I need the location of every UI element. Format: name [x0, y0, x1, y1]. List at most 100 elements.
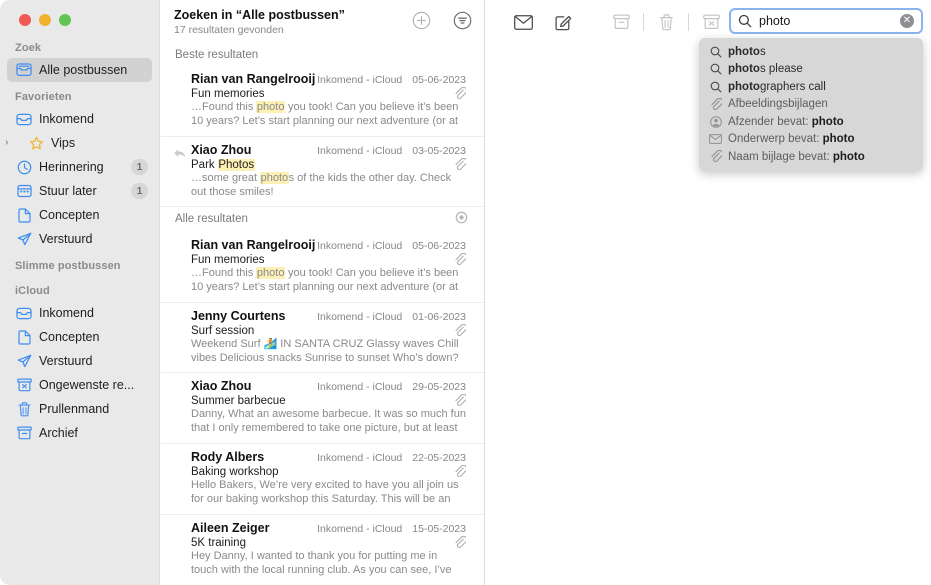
sidebar-item-inkomend[interactable]: Inkomend: [7, 107, 152, 131]
message-row[interactable]: Aileen Zeiger Inkomend - iCloud 15-05-20…: [161, 515, 484, 585]
search-suggestions-menu[interactable]: photos photos please photographers call Afb…: [699, 38, 923, 171]
paperclip-icon: [454, 464, 468, 478]
inbox-icon: [15, 305, 33, 321]
message-subject: Fun memories: [191, 253, 265, 266]
message-mailbox: Inkomend - iCloud: [317, 145, 403, 157]
sidebar-item-archief[interactable]: Archief: [7, 421, 152, 445]
person-icon: [708, 115, 723, 128]
suggestion-item[interactable]: photos please: [699, 61, 923, 79]
message-subject: Fun memories: [191, 87, 265, 100]
zoom-button[interactable]: [59, 14, 71, 26]
unread-badge: 1: [131, 159, 148, 175]
message-preview: …Found this photo you took! Can you beli…: [191, 101, 459, 129]
chevron-right-icon[interactable]: ›: [5, 137, 15, 148]
minimize-button[interactable]: [39, 14, 51, 26]
sidebar-item-label: Ongewenste re...: [39, 378, 135, 392]
paperclip-icon: [454, 535, 468, 549]
message-sender: Xiao Zhou: [191, 143, 252, 157]
search-icon: [738, 14, 752, 28]
message-subject: Summer barbecue: [191, 394, 286, 407]
message-list[interactable]: Zoeken in “Alle postbussen” 17 resultate…: [161, 0, 485, 585]
compose-icon[interactable]: [543, 9, 583, 35]
trash-icon: [15, 401, 33, 417]
message-row[interactable]: Jenny Courtens Inkomend - iCloud 01-06-2…: [161, 303, 484, 373]
window-controls: [0, 0, 159, 36]
sidebar-item-vips[interactable]: › Vips: [5, 131, 152, 155]
sidebar-item-herinnering[interactable]: Herinnering 1: [7, 155, 152, 179]
suggestion-label: Afzender bevat: photo: [728, 115, 844, 128]
message-list-header: Zoeken in “Alle postbussen” 17 resultate…: [161, 0, 484, 45]
junk-icon[interactable]: [691, 9, 731, 35]
suggestion-item[interactable]: Naam bijlage bevat: photo: [699, 148, 923, 166]
sidebar-item-concepten[interactable]: Concepten: [7, 203, 152, 227]
clock-icon: [15, 159, 33, 175]
suggestion-item[interactable]: Afbeeldingsbijlagen: [699, 96, 923, 114]
envelope-icon[interactable]: [503, 9, 543, 35]
sidebar-item-label: Inkomend: [39, 306, 94, 320]
trash-icon[interactable]: [646, 9, 686, 35]
sidebar-item-label: Verstuurd: [39, 232, 93, 246]
message-preview: …some great photos of the kids the other…: [191, 172, 452, 198]
envelope-icon: [708, 134, 723, 145]
message-subject: Park Photos: [191, 158, 255, 171]
message-sender: Aileen Zeiger: [191, 521, 270, 535]
message-date: 01-06-2023: [412, 311, 466, 323]
search-icon: [708, 63, 723, 75]
message-preview: Hey Danny, I wanted to thank you for put…: [191, 550, 452, 578]
draft-icon: [15, 329, 33, 345]
paperclip-icon: [454, 86, 468, 100]
plus-circle-icon[interactable]: [412, 11, 431, 30]
close-button[interactable]: [19, 14, 31, 26]
suggestion-item[interactable]: Onderwerp bevat: photo: [699, 131, 923, 149]
message-preview: Danny, What an awesome barbecue. It was …: [191, 408, 466, 436]
suggestion-item[interactable]: photographers call: [699, 78, 923, 96]
paperclip-icon: [454, 252, 468, 266]
search-icon: [708, 81, 723, 93]
suggestion-label: Onderwerp bevat: photo: [728, 133, 855, 146]
sidebar-item-inkomend[interactable]: Inkomend: [7, 301, 152, 325]
sidebar-item-prullenmand[interactable]: Prullenmand: [7, 397, 152, 421]
message-row[interactable]: Xiao Zhou Inkomend - iCloud 03-05-2023 P…: [161, 137, 484, 207]
sidebar-item-concepten[interactable]: Concepten: [7, 325, 152, 349]
sidebar-item-label: Vips: [51, 136, 76, 150]
sidebar-item-stuur-later[interactable]: Stuur later 1: [7, 179, 152, 203]
suggestion-label: Afbeeldingsbijlagen: [728, 98, 828, 111]
message-date: 05-06-2023: [412, 74, 466, 86]
message-sender: Jenny Courtens: [191, 309, 286, 323]
message-row[interactable]: Rody Albers Inkomend - iCloud 22-05-2023…: [161, 444, 484, 515]
paperclip-icon: [454, 393, 468, 407]
suggestion-item[interactable]: Afzender bevat: photo: [699, 113, 923, 131]
sidebar-item-label: Prullenmand: [39, 402, 110, 416]
sidebar-section-header: iCloud: [15, 285, 50, 297]
message-sender: Rian van Rangelrooij: [191, 238, 316, 252]
message-row[interactable]: Rian van Rangelrooij Inkomend - iCloud 0…: [161, 66, 484, 137]
suggestion-label: photos: [728, 45, 766, 58]
message-preview: Weekend Surf 🏄 IN SANTA CRUZ Glassy wave…: [191, 338, 459, 364]
sidebar-item-verstuurd[interactable]: Verstuurd: [7, 227, 152, 251]
sidebar-item-ongewenste-re[interactable]: Ongewenste re...: [7, 373, 152, 397]
sent-icon: [15, 231, 33, 247]
result-group-header: Beste resultaten: [161, 45, 484, 66]
group-options-icon[interactable]: [455, 211, 468, 227]
sidebar-item-alle-postbussen[interactable]: Alle postbussen: [7, 58, 152, 82]
sidebar-section-header: Zoek: [15, 42, 42, 54]
clear-icon[interactable]: ✕: [900, 14, 914, 28]
result-group-header: Alle resultaten: [161, 207, 484, 232]
paperclip-icon: [454, 323, 468, 337]
sidebar-item-verstuurd[interactable]: Verstuurd: [7, 349, 152, 373]
message-date: 15-05-2023: [412, 523, 466, 535]
search-input[interactable]: photo: [759, 14, 900, 28]
message-row[interactable]: Rian van Rangelrooij Inkomend - iCloud 0…: [161, 232, 484, 303]
message-mailbox: Inkomend - iCloud: [317, 381, 403, 393]
junk-icon: [15, 377, 33, 393]
all-mailboxes-icon: [15, 62, 33, 78]
sidebar-item-label: Stuur later: [39, 184, 97, 198]
search-field[interactable]: photo ✕: [729, 8, 923, 34]
suggestion-label: photographers call: [728, 80, 826, 93]
filter-circle-icon[interactable]: [453, 11, 472, 30]
message-subject: Baking workshop: [191, 465, 279, 478]
paperclip-icon: [708, 150, 723, 163]
message-row[interactable]: Xiao Zhou Inkomend - iCloud 29-05-2023 S…: [161, 373, 484, 444]
archive-icon[interactable]: [601, 9, 641, 35]
suggestion-item[interactable]: photos: [699, 43, 923, 61]
